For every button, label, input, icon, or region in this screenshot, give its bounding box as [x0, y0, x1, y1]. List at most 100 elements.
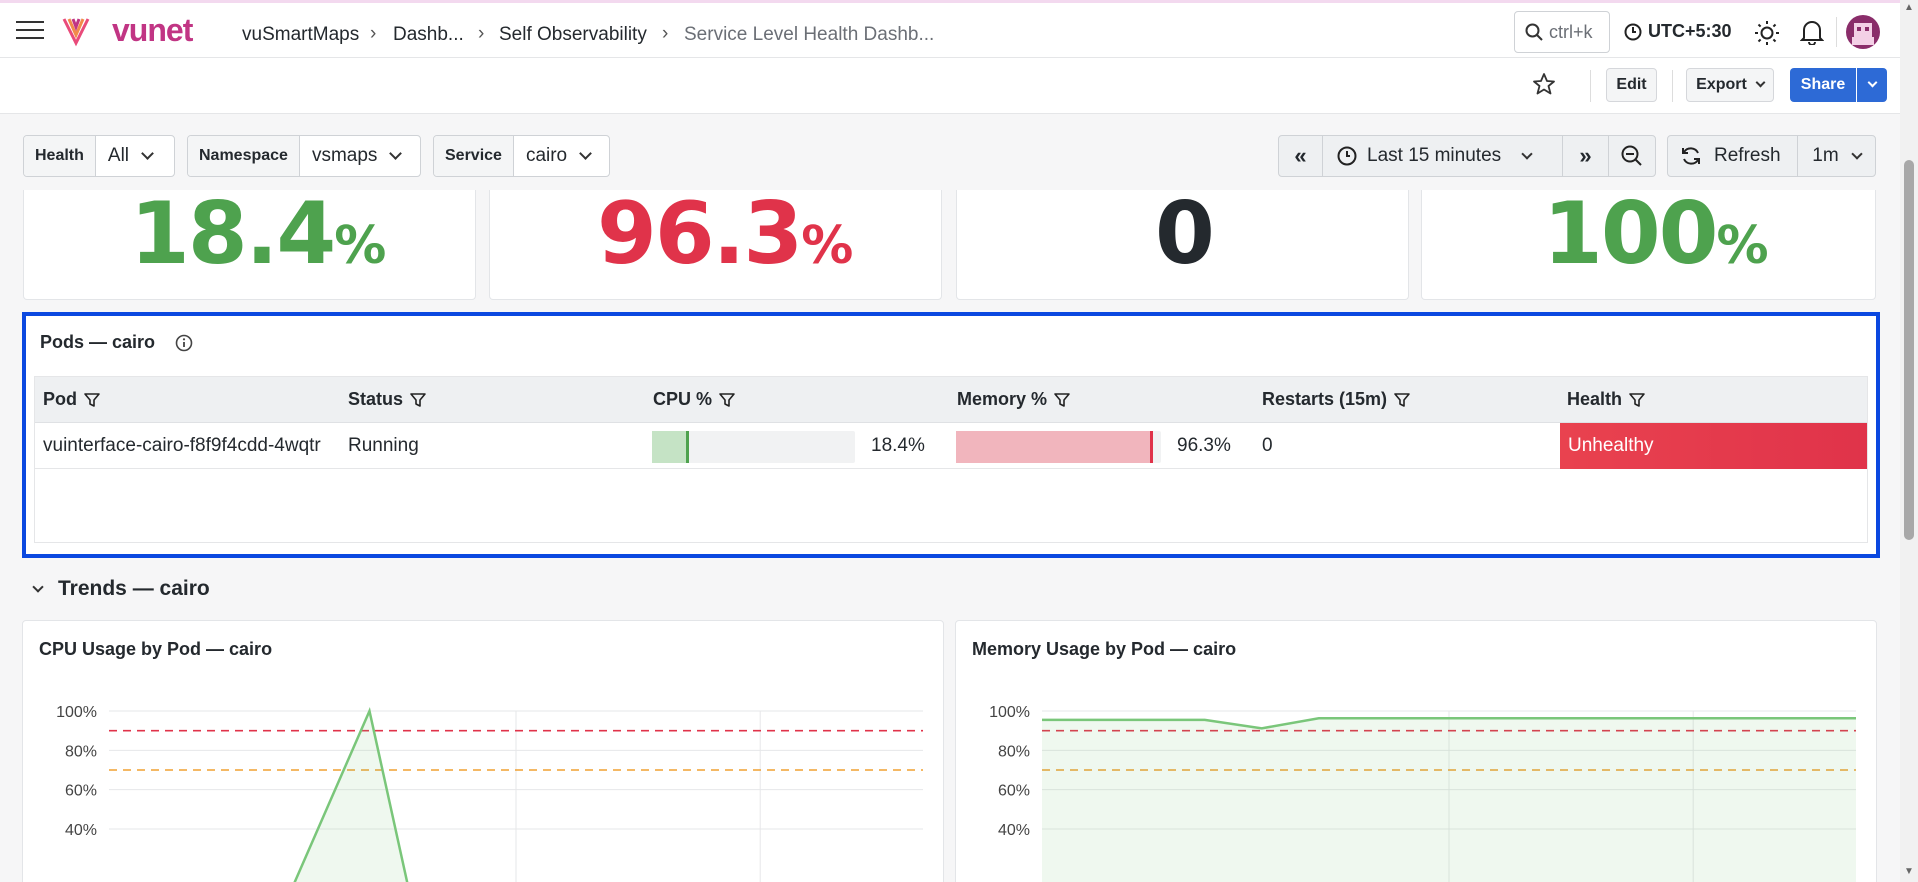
series-area — [1042, 718, 1856, 882]
search-shortcut-text: ctrl+k — [1549, 21, 1593, 42]
chevron-down-icon — [1867, 77, 1877, 88]
restarts-cell: 0 — [1262, 435, 1273, 456]
health-cell: Unhealthy — [1560, 423, 1867, 469]
y-tick-label: 80% — [65, 743, 97, 760]
export-button[interactable]: Export — [1686, 68, 1774, 102]
refresh-icon — [1682, 147, 1700, 165]
filter-icon[interactable] — [1393, 391, 1411, 409]
cpu-bar-track — [652, 431, 855, 463]
chevron-down-icon — [1755, 77, 1766, 88]
y-tick-label: 100% — [56, 704, 97, 721]
trends-section-header[interactable]: Trends — cairo — [32, 577, 210, 601]
health-filter-value: All — [107, 145, 130, 166]
memory-bar-track — [956, 431, 1161, 463]
clock-icon — [1337, 146, 1357, 166]
zoom-out-button[interactable] — [1609, 136, 1655, 176]
namespace-filter[interactable]: Namespace vsmaps — [187, 135, 421, 177]
scroll-up-arrow-icon[interactable]: ▲ — [1904, 2, 1914, 13]
y-tick-label: 60% — [998, 783, 1030, 800]
filter-icon[interactable] — [1628, 391, 1646, 409]
refresh-label: Refresh — [1714, 145, 1781, 166]
breadcrumb-separator-icon: › — [478, 23, 485, 44]
time-range-controls: « Last 15 minutes » — [1278, 135, 1656, 177]
double-chevron-left-icon: « — [1294, 143, 1307, 168]
breadcrumb-self-observability[interactable]: Self Observability — [499, 24, 647, 46]
chevron-down-icon — [1521, 147, 1533, 160]
breadcrumb-root[interactable]: vuSmartMaps — [242, 24, 359, 46]
namespace-filter-value: vsmaps — [311, 145, 378, 166]
page-scrollbar[interactable]: ▲ ▼ — [1900, 0, 1918, 882]
stat-value: 96.3% — [597, 182, 853, 298]
stat-number: 18.4 — [130, 184, 336, 284]
edit-button[interactable]: Edit — [1606, 68, 1657, 102]
column-header-label: Status — [348, 389, 404, 409]
time-range-picker[interactable]: Last 15 minutes — [1323, 136, 1563, 176]
stat-value: 100% — [1543, 182, 1769, 298]
double-chevron-right-icon: » — [1579, 143, 1592, 168]
hamburger-menu-icon[interactable] — [16, 21, 44, 41]
trends-section-title: Trends — cairo — [58, 577, 210, 600]
cpu-value-cell: 18.4% — [871, 435, 925, 456]
service-filter[interactable]: Service cairo — [433, 135, 610, 177]
column-header-label: Pod — [43, 389, 77, 409]
stat-number: 0 — [1155, 184, 1215, 284]
column-header-pod[interactable]: Pod — [43, 389, 101, 410]
scroll-down-arrow-icon[interactable]: ▼ — [1904, 866, 1914, 877]
filter-icon[interactable] — [409, 391, 427, 409]
health-badge-text: Unhealthy — [1568, 435, 1654, 456]
health-filter[interactable]: Health All — [23, 135, 175, 177]
time-range-label: Last 15 minutes — [1367, 145, 1502, 166]
memory-usage-chart: 100% 80% 60% 40% — [989, 704, 1856, 882]
memory-chart-panel: Memory Usage by Pod — cairo 100% 80% 60% 40… — [955, 620, 1877, 882]
refresh-interval-picker[interactable]: 1m — [1798, 136, 1875, 176]
stat-number: 100 — [1543, 184, 1719, 284]
chevron-down-icon — [389, 147, 403, 160]
column-header-label: Memory % — [957, 389, 1048, 409]
cpu-bar-fill — [652, 431, 690, 463]
filter-icon[interactable] — [83, 391, 101, 409]
pod-name-cell[interactable]: vuinterface-cairo-f8f9f4cdd-4wqtr — [43, 435, 347, 457]
favorite-star-icon[interactable] — [1532, 72, 1556, 96]
refresh-interval-value: 1m — [1812, 145, 1839, 166]
breadcrumb-dashboards[interactable]: Dashb... — [393, 24, 464, 46]
timezone-selector[interactable]: UTC+5:30 — [1624, 21, 1732, 42]
y-tick-label: 40% — [65, 822, 97, 839]
pods-table: Pod Status CPU % Memory % Restarts (15m)… — [34, 376, 1868, 543]
dashboard-toolbar: Edit Export Share — [0, 58, 1900, 114]
search-box[interactable]: ctrl+k — [1514, 11, 1610, 53]
share-dropdown-button[interactable] — [1857, 68, 1887, 102]
info-icon[interactable] — [175, 334, 193, 352]
filter-icon[interactable] — [1053, 391, 1071, 409]
column-header-status[interactable]: Status — [348, 389, 427, 410]
notification-bell-icon[interactable] — [1800, 19, 1824, 45]
stat-unit: % — [334, 216, 387, 276]
memory-chart-title: Memory Usage by Pod — cairo — [972, 639, 1237, 659]
logo-label: vunet — [112, 12, 193, 48]
pods-panel: Pods — cairo Pod Status CPU % Memory % R… — [22, 312, 1880, 558]
service-filter-label: Service — [434, 136, 514, 176]
y-tick-label: 80% — [998, 743, 1030, 760]
column-header-cpu[interactable]: CPU % — [653, 389, 736, 410]
y-tick-label: 100% — [989, 704, 1030, 721]
filter-icon[interactable] — [718, 391, 736, 409]
cpu-usage-chart: 100% 80% 60% 40% — [56, 704, 923, 882]
divider — [1590, 70, 1591, 102]
vunet-logo-icon[interactable] — [60, 15, 92, 47]
edit-label: Edit — [1616, 76, 1647, 93]
time-forward-button[interactable]: » — [1563, 136, 1609, 176]
column-header-restarts[interactable]: Restarts (15m) — [1262, 389, 1411, 410]
scrollbar-thumb[interactable] — [1904, 160, 1914, 540]
status-cell: Running — [348, 435, 419, 456]
share-button[interactable]: Share — [1790, 68, 1856, 102]
stat-value: 0 — [1155, 182, 1215, 298]
search-icon — [1525, 23, 1543, 41]
column-header-health[interactable]: Health — [1567, 389, 1646, 410]
time-back-button[interactable]: « — [1279, 136, 1323, 176]
pods-panel-title: Pods — cairo — [40, 332, 193, 353]
breadcrumb-current-page: Service Level Health Dashb... — [684, 24, 935, 45]
user-avatar[interactable] — [1846, 15, 1880, 49]
theme-sun-icon[interactable] — [1754, 20, 1780, 46]
breadcrumb-separator-icon: › — [662, 23, 669, 44]
refresh-button[interactable]: Refresh — [1668, 136, 1798, 176]
column-header-memory[interactable]: Memory % — [957, 389, 1071, 410]
